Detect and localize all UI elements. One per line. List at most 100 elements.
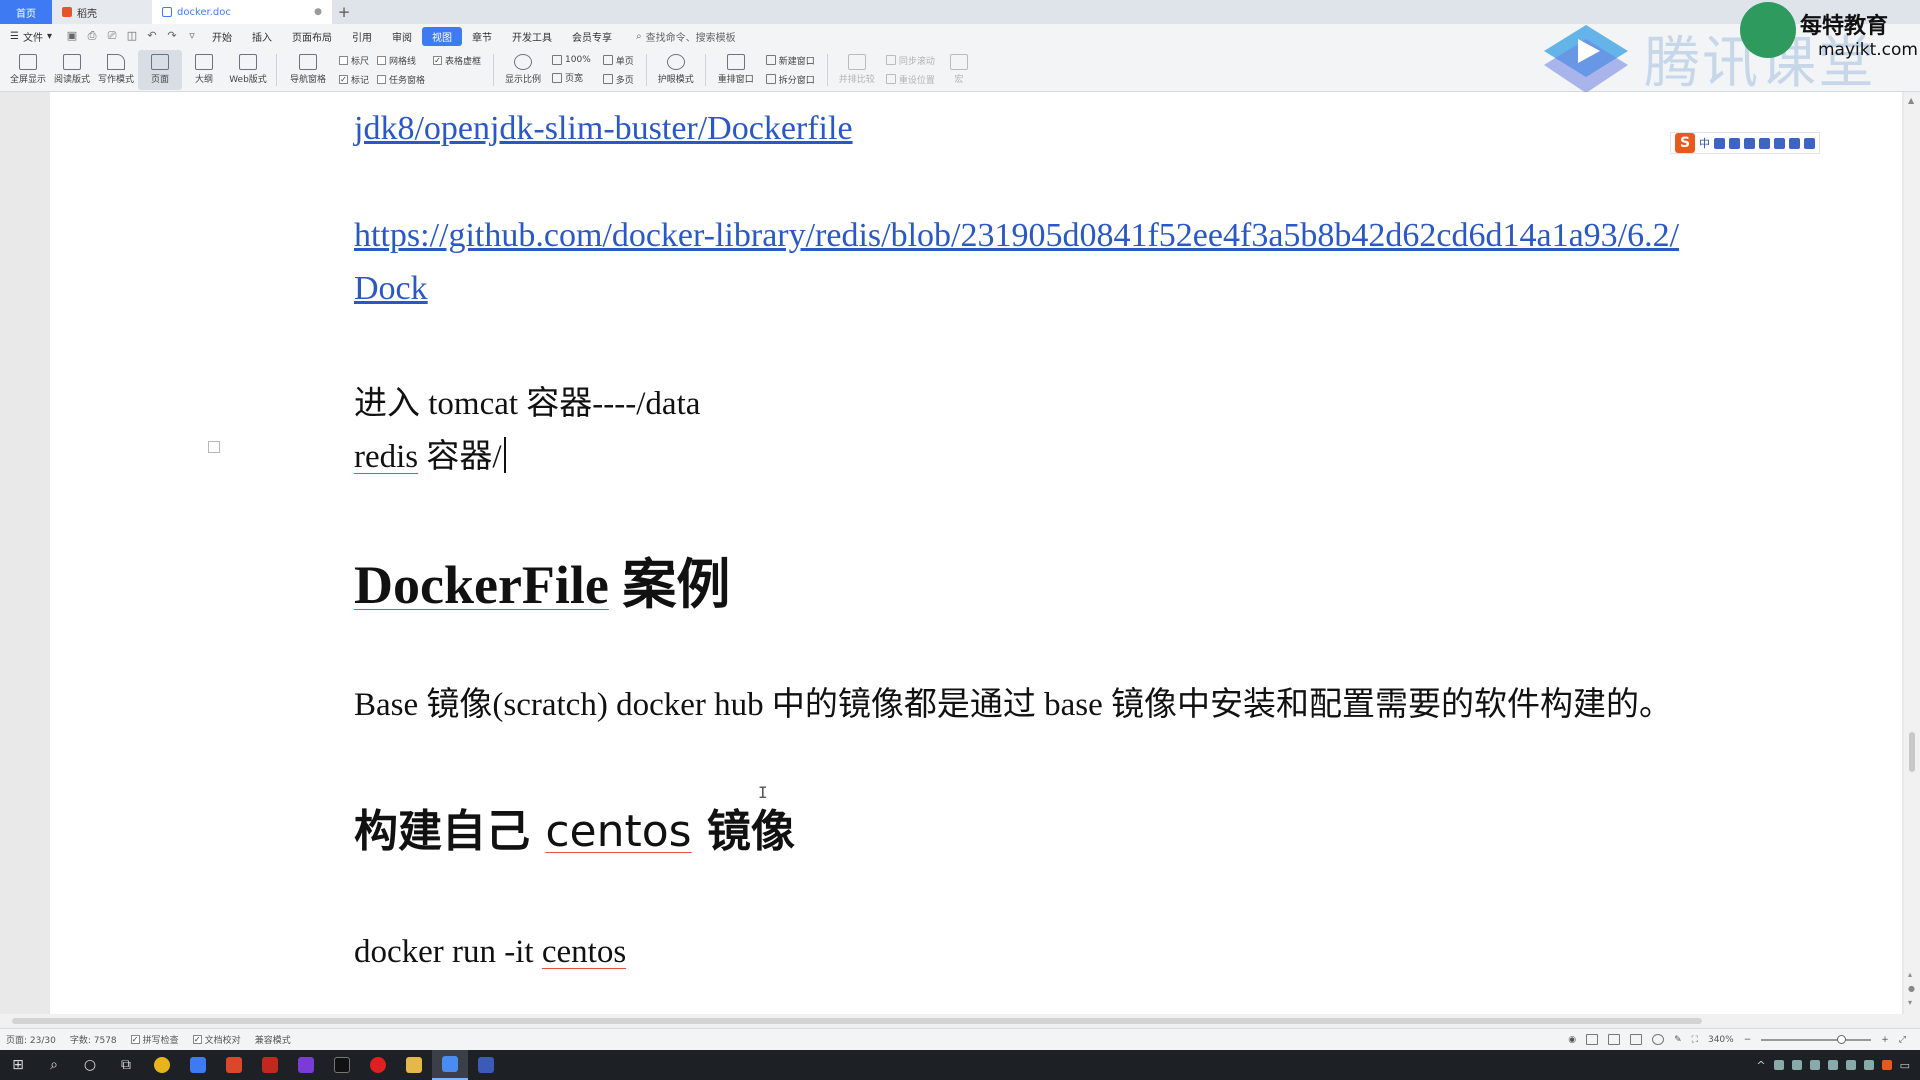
page-view-icon[interactable] bbox=[1586, 1034, 1599, 1045]
taskbar-wps-writer[interactable] bbox=[432, 1050, 468, 1080]
ruler-checkbox[interactable]: 标尺 bbox=[339, 54, 369, 67]
taskbar-chrome[interactable] bbox=[144, 1050, 180, 1080]
taskbar-filezilla[interactable] bbox=[252, 1050, 288, 1080]
menu-view[interactable]: 视图 bbox=[422, 26, 462, 46]
horizontal-scrollbar[interactable] bbox=[0, 1014, 1920, 1028]
pen-icon[interactable]: ✎ bbox=[1674, 1035, 1682, 1045]
sogou-tray-icon[interactable] bbox=[1881, 1060, 1892, 1070]
task-pane-checkbox[interactable]: 任务窗格 bbox=[377, 73, 425, 86]
paragraph-marker-icon[interactable] bbox=[208, 441, 220, 453]
nav-pane-button[interactable]: 导航窗格 bbox=[283, 50, 333, 90]
taskbar-app-blue[interactable] bbox=[468, 1050, 504, 1080]
zoom-slider-knob[interactable] bbox=[1837, 1034, 1847, 1044]
side-by-side-button[interactable]: 并排比较 bbox=[834, 50, 880, 90]
menu-home[interactable]: 开始 bbox=[202, 27, 242, 46]
web-layout-button[interactable]: Web版式 bbox=[226, 50, 270, 90]
cortana-button[interactable]: ○ bbox=[72, 1050, 108, 1080]
single-page-button[interactable]: 单页 bbox=[602, 54, 634, 67]
dockerfile-link[interactable]: jdk8/openjdk-slim-buster/Dockerfile bbox=[354, 110, 853, 148]
multi-page-button[interactable]: 多页 bbox=[602, 73, 634, 86]
volume-icon[interactable] bbox=[1863, 1060, 1874, 1070]
menu-layout[interactable]: 页面布局 bbox=[282, 27, 342, 46]
eye-protect-icon[interactable]: ◉ bbox=[1568, 1035, 1576, 1045]
zoom-level[interactable]: 340% bbox=[1708, 1035, 1734, 1045]
save-icon[interactable]: ▣ bbox=[65, 29, 79, 43]
reading-layout-button[interactable]: 阅读版式 bbox=[50, 50, 94, 90]
markup-checkbox[interactable]: ✓ 标记 bbox=[339, 73, 369, 86]
new-window-button[interactable]: 新建窗口 bbox=[765, 54, 815, 67]
page-view-button[interactable]: 页面 bbox=[138, 49, 182, 90]
sync-scroll-button[interactable]: 同步滚动 bbox=[885, 54, 935, 67]
preview-icon[interactable]: ◫ bbox=[125, 29, 139, 43]
vertical-scrollbar[interactable]: ▲ ▴ ● ▾ bbox=[1904, 92, 1920, 1014]
ime-toolbar[interactable]: S 中 bbox=[1670, 132, 1820, 154]
github-redis-link[interactable]: https://github.com/docker-library/redis/… bbox=[354, 217, 1679, 255]
command-search[interactable]: ⌕ 查找命令、搜索模板 bbox=[630, 27, 742, 46]
page-count[interactable]: 页面: 23/30 bbox=[6, 1033, 56, 1046]
prev-page-icon[interactable]: ▴ bbox=[1908, 970, 1912, 979]
zoom-in-icon[interactable]: + bbox=[1881, 1035, 1889, 1045]
undo-icon[interactable]: ↶ bbox=[145, 29, 159, 43]
start-button[interactable]: ⊞ bbox=[0, 1050, 36, 1080]
next-page-icon[interactable]: ▾ bbox=[1908, 998, 1912, 1007]
taskbar-explorer[interactable] bbox=[396, 1050, 432, 1080]
taskbar-recorder[interactable] bbox=[360, 1050, 396, 1080]
fullscreen-icon[interactable]: ⤢ bbox=[1899, 1035, 1906, 1045]
task-view-button[interactable]: ⧉ bbox=[108, 1050, 144, 1080]
menu-review[interactable]: 审阅 bbox=[382, 27, 422, 46]
word-count[interactable]: 字数: 7578 bbox=[70, 1033, 117, 1046]
tab-docer[interactable]: 稻壳 bbox=[52, 0, 152, 24]
tab-home[interactable]: 首页 bbox=[0, 0, 52, 24]
menu-section[interactable]: 章节 bbox=[462, 27, 502, 46]
tab-document[interactable]: docker.doc ● bbox=[152, 0, 332, 24]
menu-insert[interactable]: 插入 bbox=[242, 27, 282, 46]
tray-app-icon[interactable] bbox=[1773, 1060, 1784, 1070]
reset-position-button[interactable]: 重设位置 bbox=[885, 73, 935, 86]
github-redis-link-cont[interactable]: Dock bbox=[354, 270, 428, 308]
fullscreen-button[interactable]: 全屏显示 bbox=[6, 50, 50, 90]
file-menu[interactable]: ☰ 文件 ▾ bbox=[0, 29, 62, 44]
menu-member[interactable]: 会员专享 bbox=[562, 27, 622, 46]
split-window-button[interactable]: 拆分窗口 bbox=[765, 73, 815, 86]
spell-check-toggle[interactable]: ✓ 拼写检查 bbox=[130, 1033, 179, 1046]
table-gridlines-checkbox[interactable]: ✓ 表格虚框 bbox=[433, 54, 481, 67]
rearrange-window-button[interactable]: 重排窗口 bbox=[712, 50, 760, 90]
taskbar-terminal[interactable] bbox=[324, 1050, 360, 1080]
doc-proof-toggle[interactable]: ✓ 文档校对 bbox=[192, 1033, 241, 1046]
tab-close-icon[interactable]: ● bbox=[314, 7, 322, 17]
zoom-slider[interactable] bbox=[1761, 1034, 1872, 1044]
taskbar-intellij[interactable] bbox=[288, 1050, 324, 1080]
fit-page-icon[interactable]: ⛶ bbox=[1692, 1035, 1698, 1045]
writing-mode-button[interactable]: 写作模式 bbox=[94, 50, 138, 90]
print-icon[interactable]: ⎚ bbox=[105, 29, 119, 43]
menu-developer[interactable]: 开发工具 bbox=[502, 27, 562, 46]
notification-icon[interactable]: ▭ bbox=[1900, 1059, 1910, 1072]
outline-view-icon[interactable] bbox=[1608, 1034, 1621, 1045]
zoom-100-button[interactable]: 100% bbox=[552, 55, 591, 65]
network-icon[interactable] bbox=[1845, 1060, 1856, 1070]
macro-button[interactable]: 宏 bbox=[941, 50, 977, 90]
taskbar-search[interactable]: ⌕ bbox=[36, 1050, 72, 1080]
taskbar-wps[interactable] bbox=[180, 1050, 216, 1080]
customize-icon[interactable]: ▿ bbox=[185, 29, 199, 43]
tray-app-icon[interactable] bbox=[1809, 1060, 1820, 1070]
page-width-button[interactable]: 页宽 bbox=[552, 71, 591, 84]
zoom-out-icon[interactable]: − bbox=[1744, 1035, 1752, 1045]
tray-app-icon[interactable] bbox=[1791, 1060, 1802, 1070]
vertical-scroll-thumb[interactable] bbox=[1909, 732, 1915, 772]
menu-references[interactable]: 引用 bbox=[342, 27, 382, 46]
web-view-icon[interactable] bbox=[1652, 1034, 1665, 1045]
redo-icon[interactable]: ↷ bbox=[165, 29, 179, 43]
new-tab-button[interactable]: + bbox=[332, 0, 356, 24]
export-icon[interactable]: ⎙ bbox=[85, 29, 99, 43]
eye-mode-button[interactable]: 护眼模式 bbox=[653, 50, 699, 90]
taskbar-app-red[interactable] bbox=[216, 1050, 252, 1080]
reading-view-icon[interactable] bbox=[1630, 1034, 1643, 1045]
browse-object-icon[interactable]: ● bbox=[1908, 984, 1915, 993]
zoom-button[interactable]: 显示比例 bbox=[500, 50, 546, 90]
scroll-up-icon[interactable]: ▲ bbox=[1908, 96, 1914, 105]
tray-app-icon[interactable] bbox=[1827, 1060, 1838, 1070]
outline-button[interactable]: 大纲 bbox=[182, 50, 226, 90]
gridlines-checkbox[interactable]: 网格线 bbox=[377, 54, 425, 67]
horizontal-scroll-thumb[interactable] bbox=[12, 1018, 1702, 1024]
